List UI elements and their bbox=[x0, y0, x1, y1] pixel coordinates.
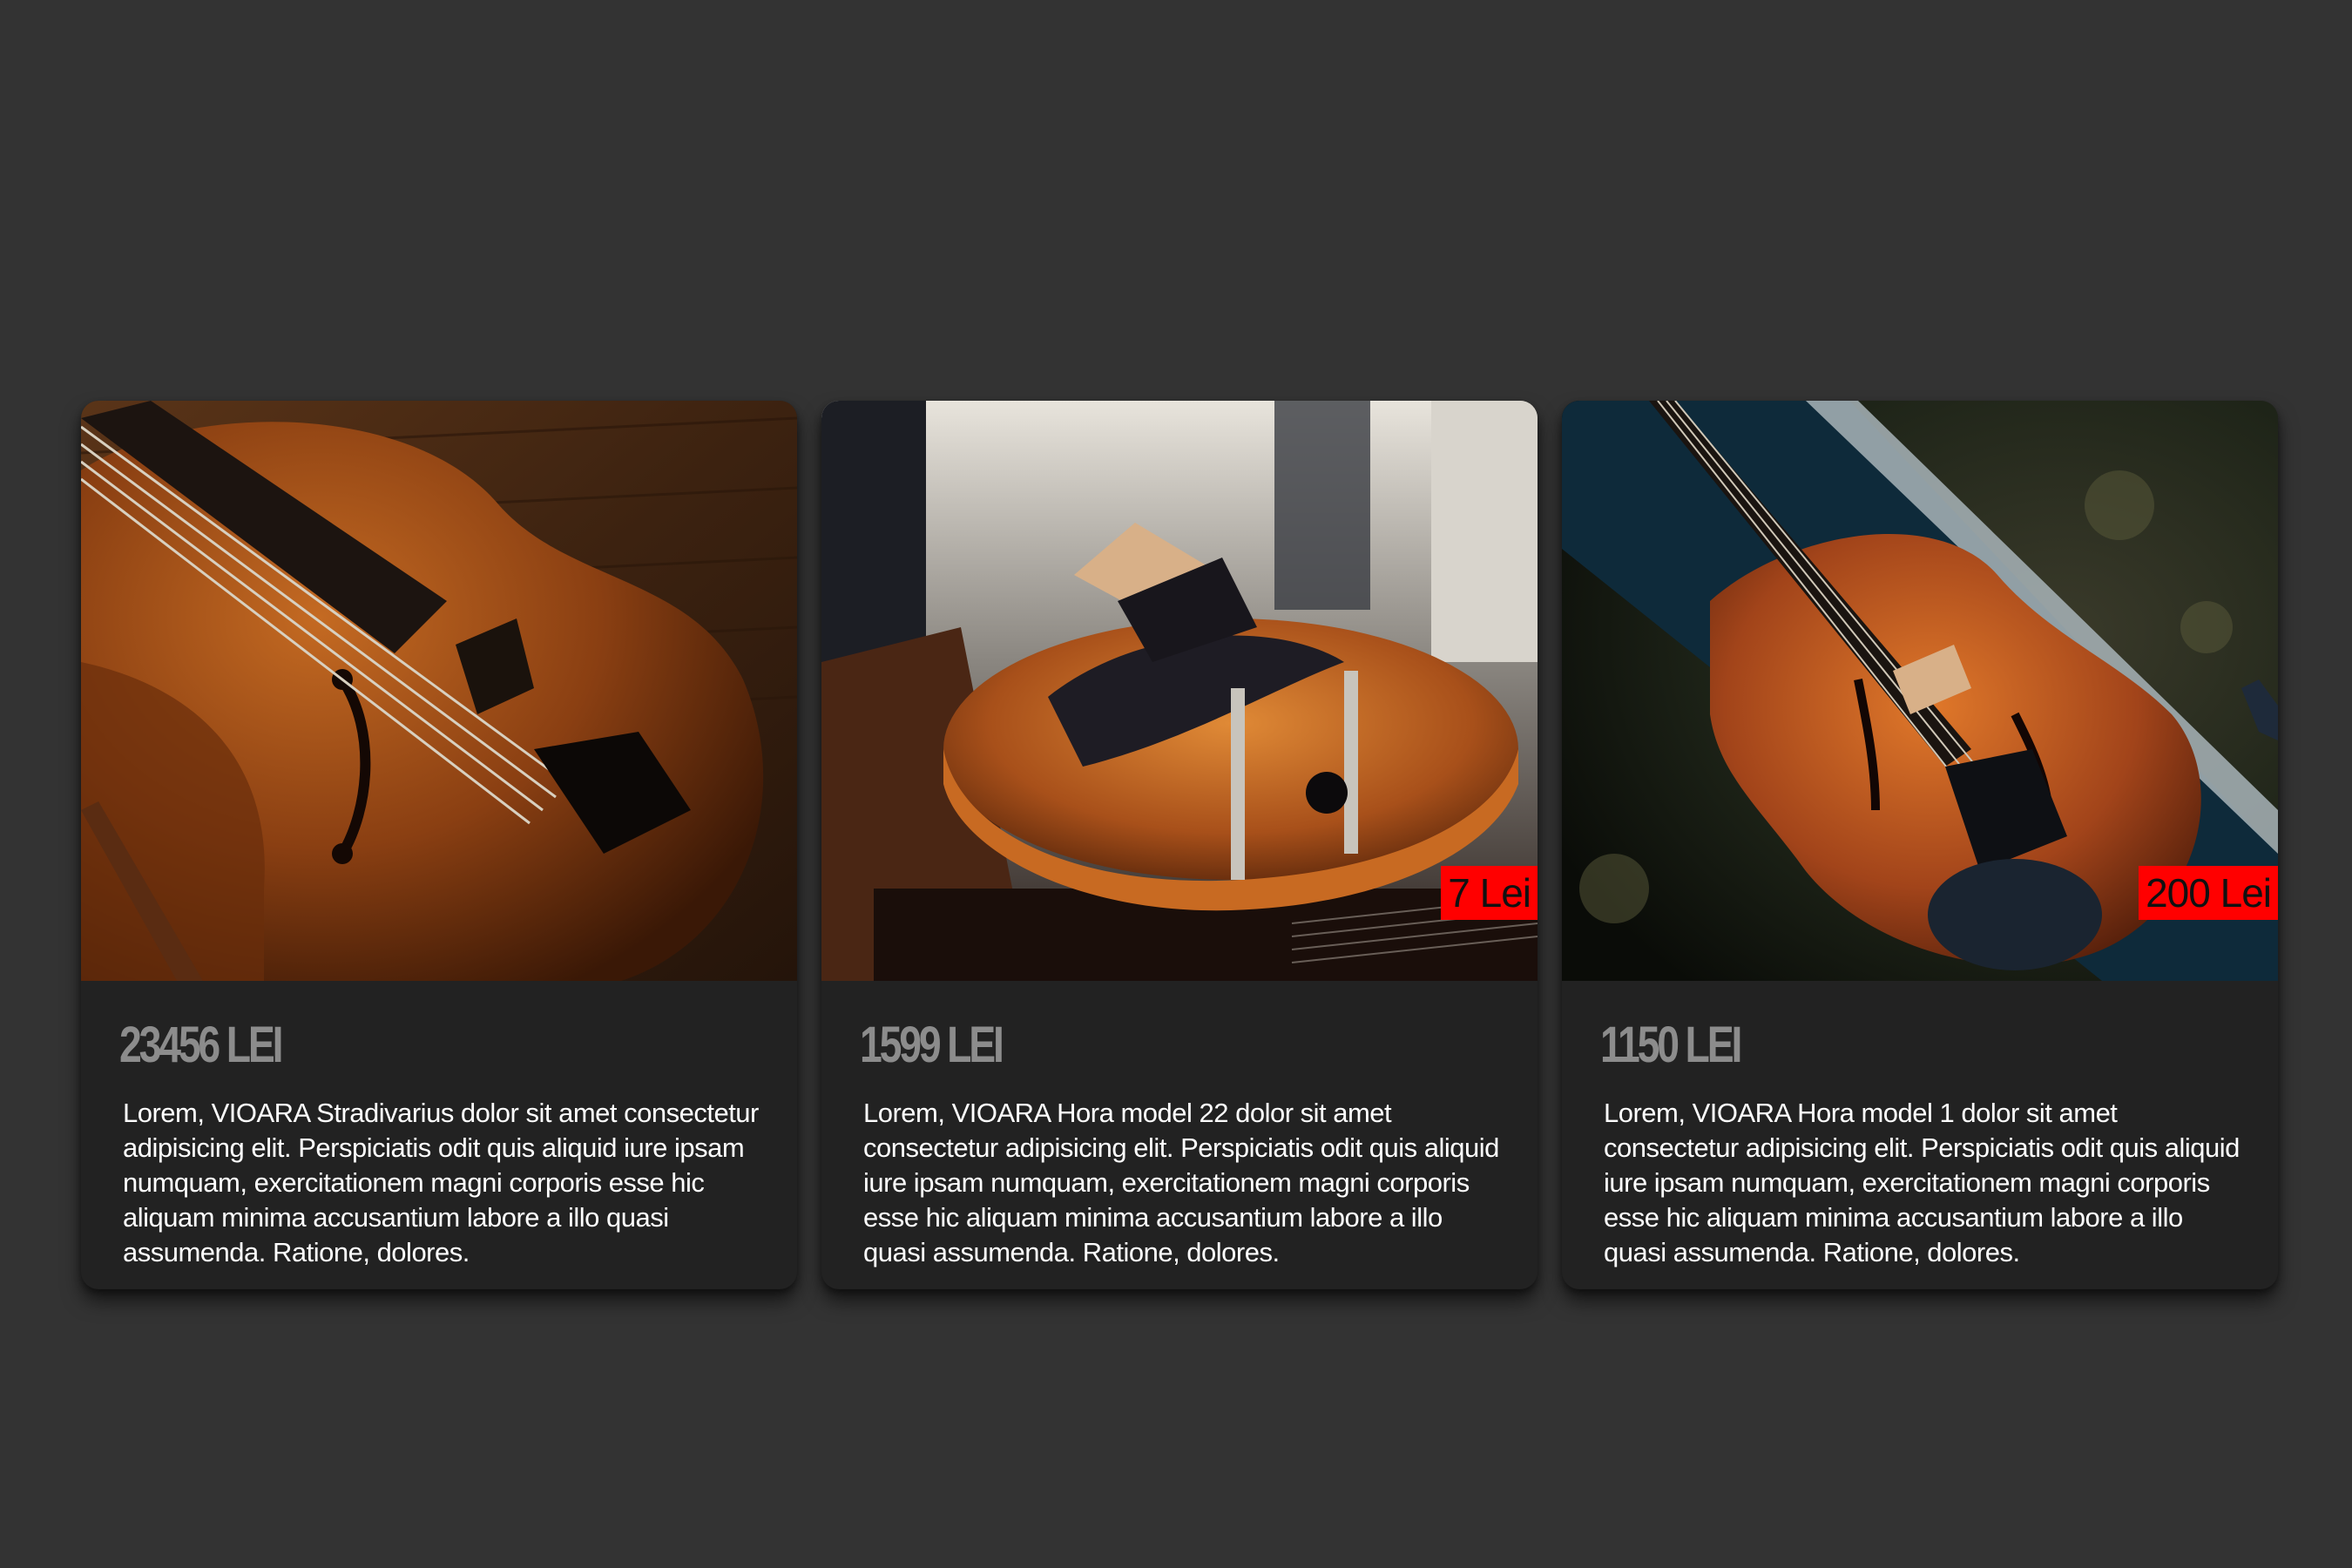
product-price: 1599 LEI bbox=[860, 1017, 1004, 1073]
product-card[interactable]: 23456 LEI Lorem, VIOARA Stradivarius dol… bbox=[81, 401, 797, 1289]
violin-photo[interactable]: 200 Lei bbox=[1562, 401, 2278, 981]
price-badge: 200 Lei bbox=[2139, 866, 2278, 920]
price-badge: 7 Lei bbox=[1441, 866, 1538, 920]
violin-photo[interactable] bbox=[81, 401, 797, 981]
product-description: Lorem, VIOARA Hora model 22 dolor sit am… bbox=[863, 1098, 1499, 1267]
violin-photo[interactable]: 7 Lei bbox=[821, 401, 1538, 981]
card-content: 1599 LEI Lorem, VIOARA Hora model 22 dol… bbox=[821, 981, 1538, 1289]
product-price: 1150 LEI bbox=[1600, 1017, 1742, 1073]
product-card[interactable]: 200 Lei 1150 LEI Lorem, VIOARA Hora mode… bbox=[1562, 401, 2278, 1289]
product-card[interactable]: 7 Lei 1599 LEI Lorem, VIOARA Hora model … bbox=[821, 401, 1538, 1289]
product-price: 23456 LEI bbox=[119, 1017, 284, 1073]
product-description: Lorem, VIOARA Hora model 1 dolor sit ame… bbox=[1604, 1098, 2240, 1267]
card-content: 1150 LEI Lorem, VIOARA Hora model 1 dolo… bbox=[1562, 981, 2278, 1289]
card-content: 23456 LEI Lorem, VIOARA Stradivarius dol… bbox=[81, 981, 797, 1289]
product-cards: 23456 LEI Lorem, VIOARA Stradivarius dol… bbox=[81, 401, 2278, 1289]
product-description: Lorem, VIOARA Stradivarius dolor sit ame… bbox=[123, 1098, 759, 1267]
